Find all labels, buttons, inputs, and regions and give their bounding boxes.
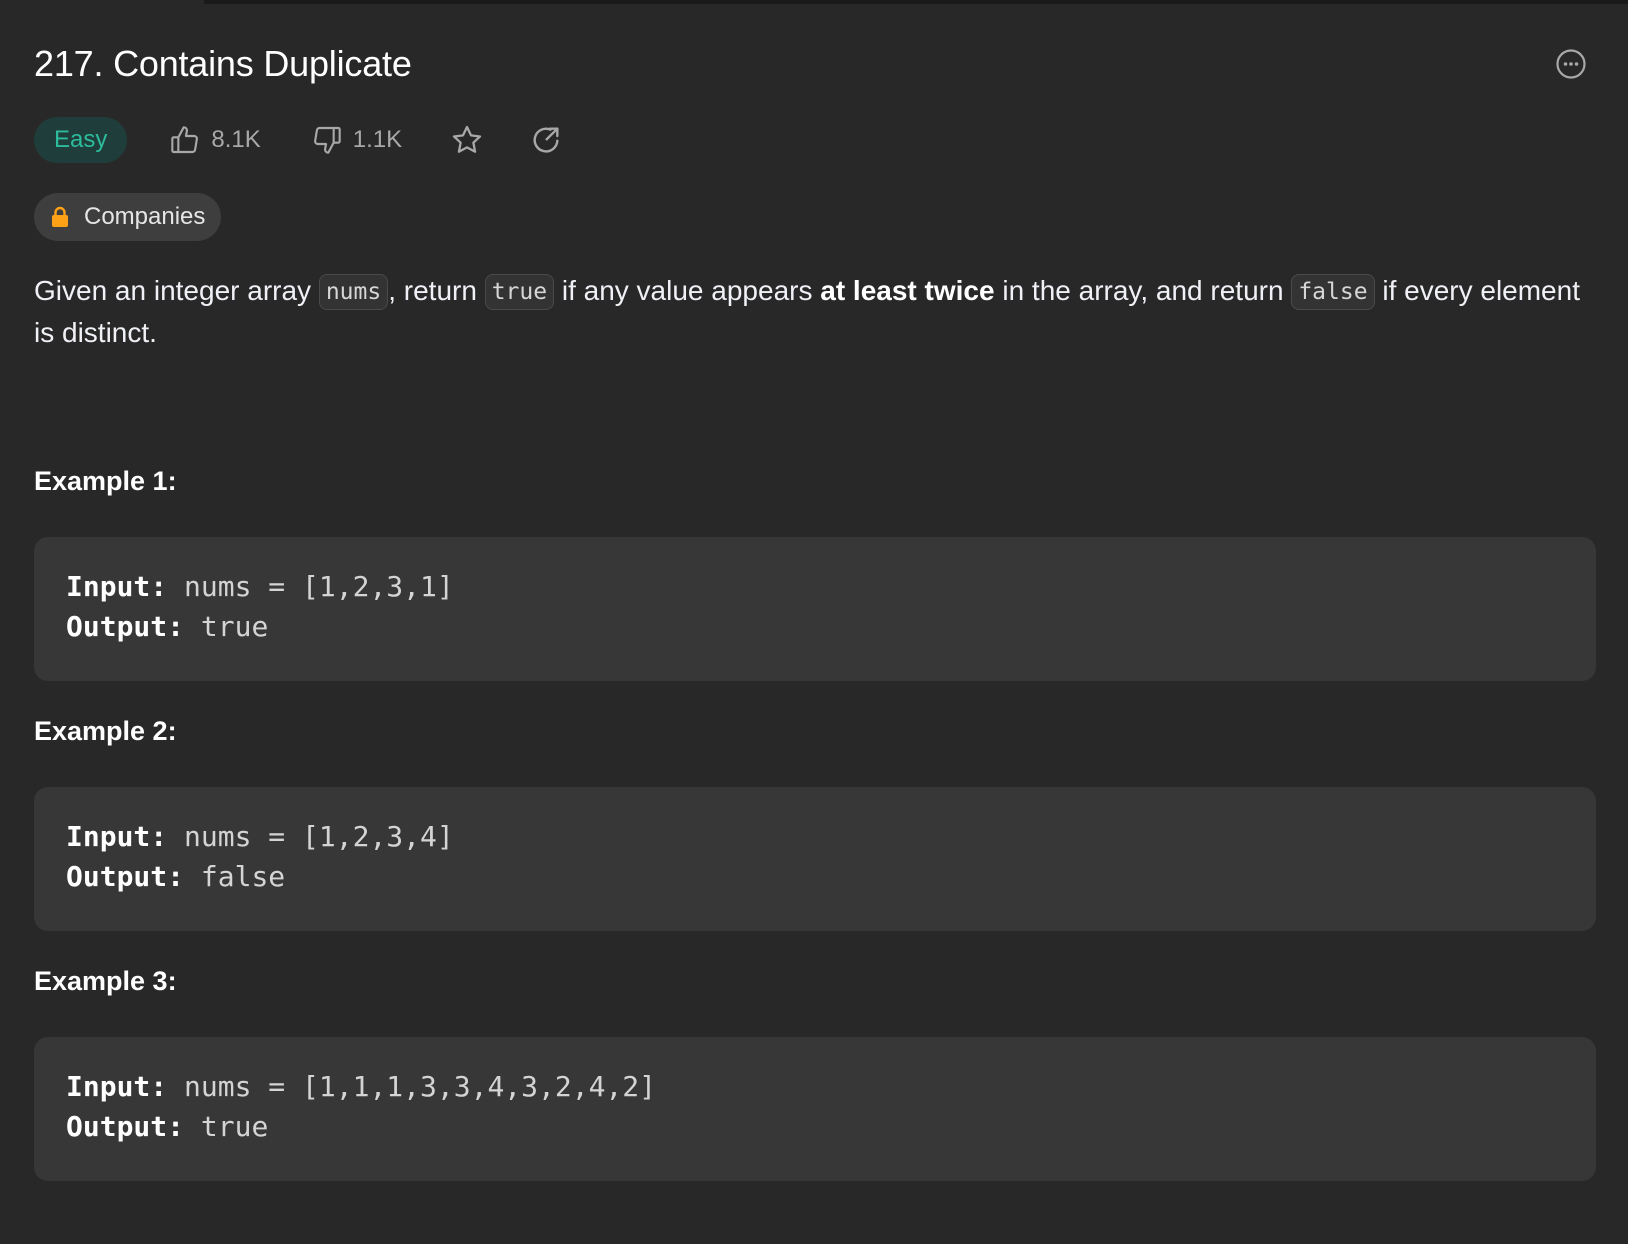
example-input-line: Input: nums = [1,1,1,3,3,4,3,2,4,2]: [66, 1067, 656, 1107]
companies-label: Companies: [84, 203, 206, 230]
desc-text: in the array, and return: [994, 275, 1292, 306]
output-value: true: [184, 1110, 269, 1143]
desc-text: if any value appears: [554, 275, 821, 306]
output-label: Output:: [66, 610, 185, 643]
thumbs-up-icon: [171, 126, 199, 154]
output-label: Output:: [66, 860, 185, 893]
input-label: Input:: [66, 820, 168, 853]
more-options-button[interactable]: [1555, 48, 1587, 80]
output-value: false: [184, 860, 286, 893]
like-count: 8.1K: [211, 126, 261, 153]
input-label: Input:: [66, 1070, 168, 1103]
inline-code-false: false: [1291, 274, 1375, 310]
top-divider: [204, 0, 1628, 4]
input-value: nums = [1,2,3,1]: [167, 570, 454, 603]
more-options-icon: [1556, 49, 1586, 79]
problem-description: Given an integer array nums, return true…: [34, 270, 1594, 354]
input-value: nums = [1,1,1,3,3,4,3,2,4,2]: [167, 1070, 657, 1103]
share-icon: [533, 127, 559, 153]
example-2-title: Example 2:: [34, 716, 177, 746]
example-3-block: Input: nums = [1,1,1,3,3,4,3,2,4,2] Outp…: [34, 1037, 1596, 1181]
inline-code-nums: nums: [318, 274, 389, 310]
output-value: true: [184, 610, 269, 643]
example-2-block: Input: nums = [1,2,3,4] Output: false: [34, 787, 1596, 931]
output-label: Output:: [66, 1110, 185, 1143]
dislike-count: 1.1K: [352, 126, 403, 153]
example-3-title: Example 3:: [34, 966, 177, 996]
example-output-line: Output: true: [66, 1107, 268, 1147]
example-output-line: Output: false: [66, 857, 285, 897]
problem-meta-row: Easy 8.1K 1.1K: [34, 117, 562, 163]
star-icon: [452, 125, 482, 153]
example-output-line: Output: true: [66, 607, 268, 647]
desc-text: Given an integer array: [34, 275, 319, 306]
difficulty-badge: Easy: [34, 117, 128, 163]
dislike-button[interactable]: 1.1K: [311, 124, 402, 156]
thumbs-down-icon: [313, 126, 341, 154]
example-1-block: Input: nums = [1,2,3,1] Output: true: [34, 537, 1596, 681]
input-label: Input:: [66, 570, 168, 603]
desc-text: , return: [388, 275, 485, 306]
companies-tag[interactable]: Companies: [34, 193, 222, 241]
input-value: nums = [1,2,3,4]: [167, 820, 454, 853]
like-button[interactable]: 8.1K: [169, 124, 261, 156]
example-input-line: Input: nums = [1,2,3,4]: [66, 817, 454, 857]
desc-bold: at least twice: [820, 275, 995, 306]
lock-icon: [50, 206, 70, 228]
example-input-line: Input: nums = [1,2,3,1]: [66, 567, 454, 607]
problem-title: 217. Contains Duplicate: [34, 43, 412, 84]
share-button[interactable]: [530, 124, 562, 156]
favorite-button[interactable]: [450, 123, 484, 157]
inline-code-true: true: [484, 274, 555, 310]
example-1-title: Example 1:: [34, 466, 177, 496]
